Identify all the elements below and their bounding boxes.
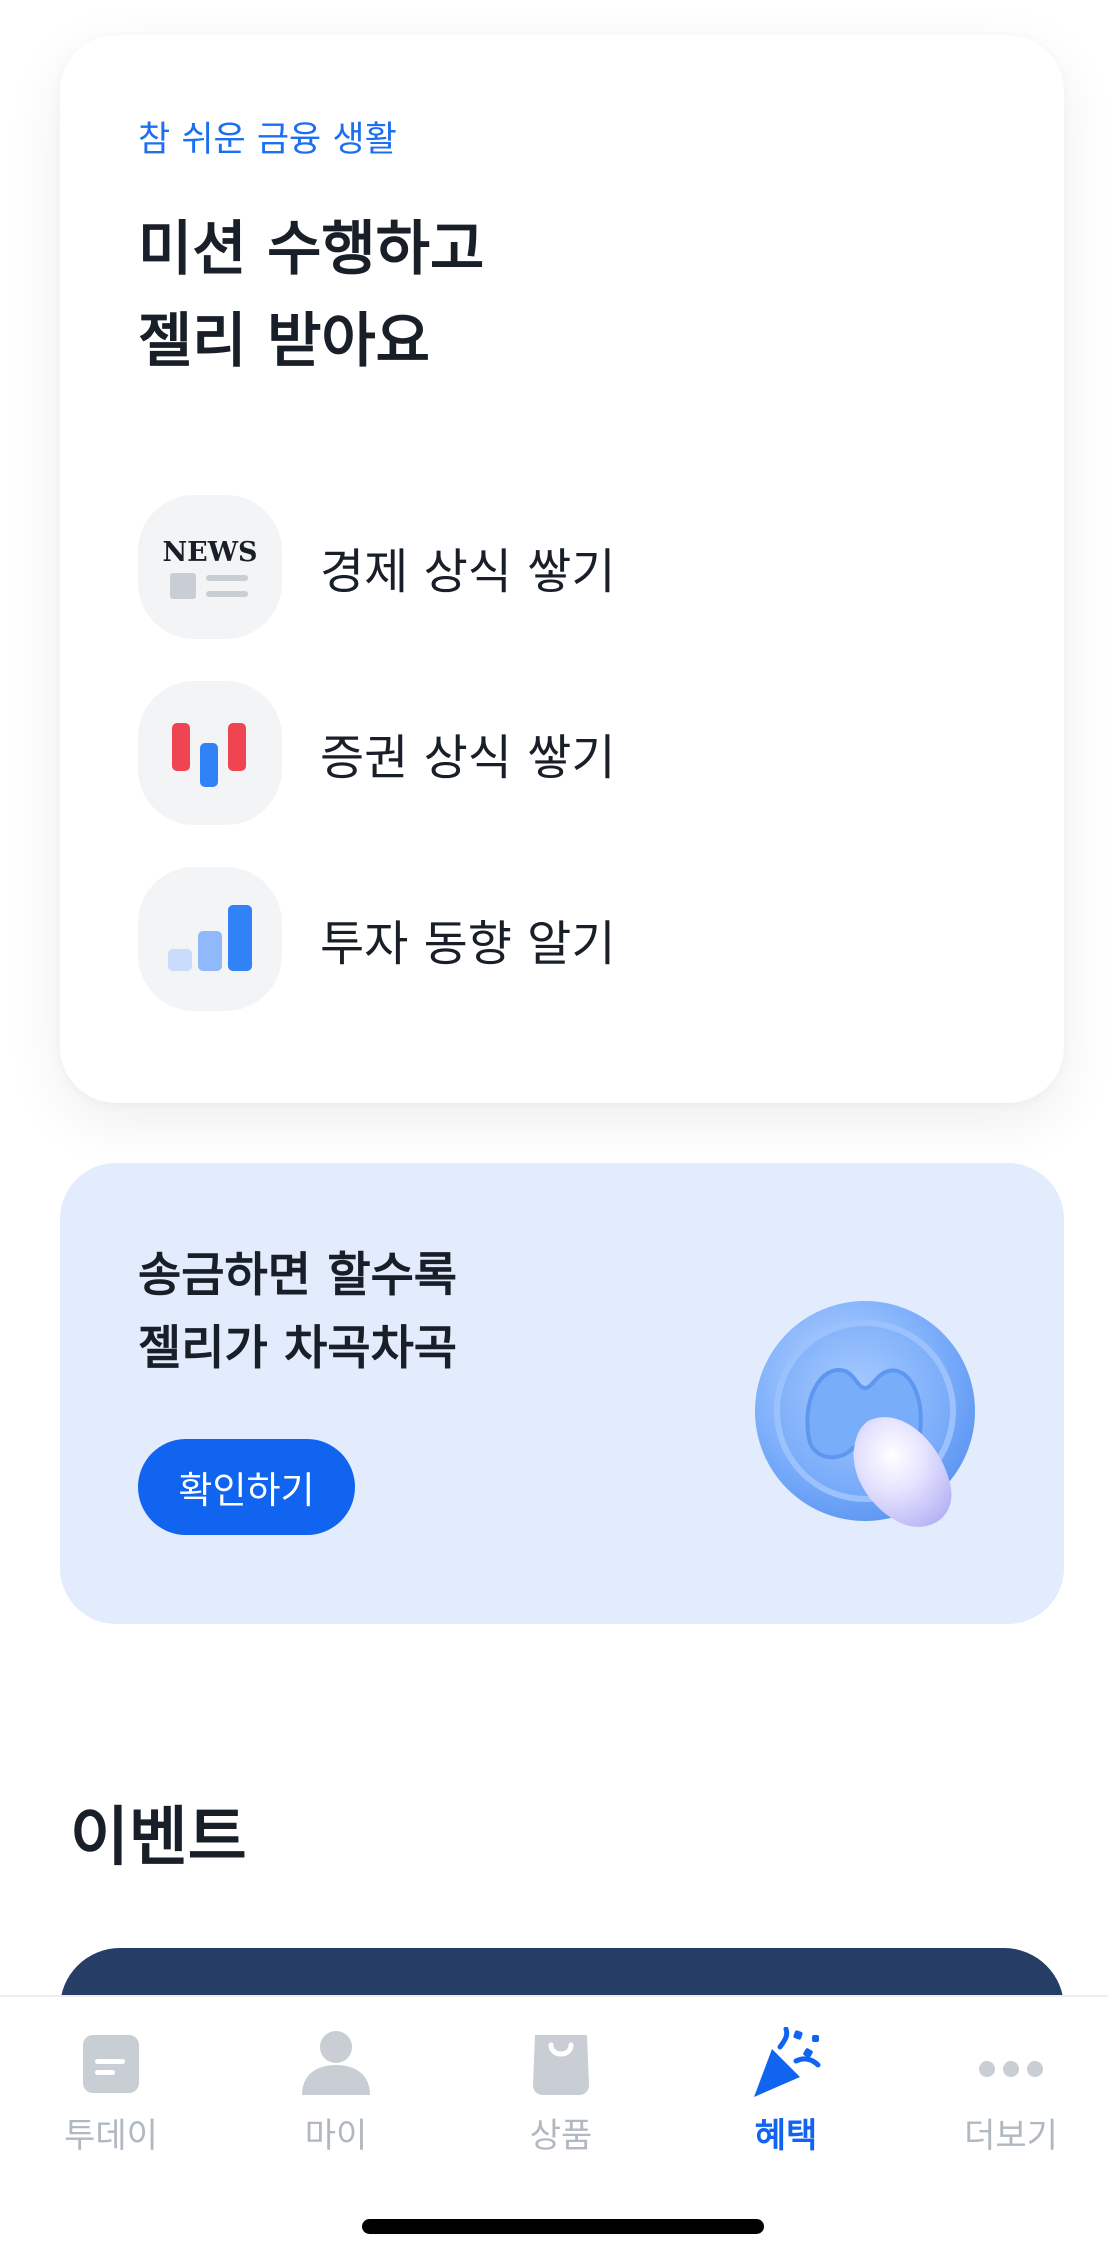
event-section-title: 이벤트 (70, 1801, 247, 1875)
party-popper-icon (750, 2026, 822, 2099)
mission-item-label: 투자 동향 알기 (320, 916, 616, 972)
tab-more[interactable]: 더보기 (900, 1997, 1108, 2167)
today-icon (75, 2027, 147, 2099)
remit-banner[interactable]: 송금하면 할수록 젤리가 차곡차곡 확인하기 (60, 1163, 1064, 1624)
home-indicator[interactable] (362, 2219, 764, 2234)
mission-list: NEWS 경제 상식 쌓기 증권 상식 쌓기 투자 동향 알기 (138, 495, 986, 1011)
tab-label: 마이 (304, 2116, 368, 2156)
mission-title: 미션 수행하고 젤리 받아요 (138, 203, 986, 387)
shopping-bag-icon (525, 2027, 597, 2099)
mission-item-trend[interactable]: 투자 동향 알기 (138, 867, 986, 1011)
person-icon (300, 2027, 372, 2099)
jelly-coin-illustration (750, 1293, 1010, 1553)
confirm-button[interactable]: 확인하기 (138, 1439, 355, 1535)
more-dots-icon (975, 2027, 1047, 2099)
tab-label: 더보기 (964, 2116, 1058, 2156)
stock-candle-icon (138, 681, 282, 825)
mission-title-line1: 미션 수행하고 (138, 214, 485, 283)
tab-products[interactable]: 상품 (450, 1997, 672, 2167)
mission-card: 참 쉬운 금융 생활 미션 수행하고 젤리 받아요 NEWS 경제 상식 쌓기 (60, 35, 1064, 1103)
tab-label: 혜택 (754, 2116, 818, 2156)
tab-label: 투데이 (64, 2116, 158, 2156)
mission-item-stock[interactable]: 증권 상식 쌓기 (138, 681, 986, 825)
mission-item-label: 경제 상식 쌓기 (320, 544, 616, 600)
tab-benefits[interactable]: 혜택 (675, 1997, 897, 2167)
mission-item-economy[interactable]: NEWS 경제 상식 쌓기 (138, 495, 986, 639)
mission-title-line2: 젤리 받아요 (138, 306, 430, 375)
tab-my[interactable]: 마이 (225, 1997, 447, 2167)
mission-subtitle: 참 쉬운 금융 생활 (138, 120, 397, 160)
mission-item-label: 증권 상식 쌓기 (320, 730, 616, 786)
news-icon: NEWS (138, 495, 282, 639)
news-icon-text: NEWS (162, 537, 257, 568)
bar-chart-icon (138, 867, 282, 1011)
benefits-page: 참 쉬운 금융 생활 미션 수행하고 젤리 받아요 NEWS 경제 상식 쌓기 (0, 0, 1108, 2259)
tab-label: 상품 (529, 2116, 593, 2156)
tab-today[interactable]: 투데이 (0, 1997, 222, 2167)
